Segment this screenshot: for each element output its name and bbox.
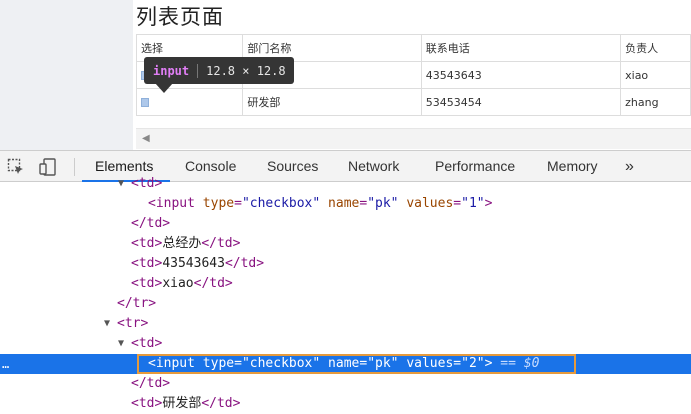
phone-cell: 43543643 (420, 61, 622, 89)
dom-line[interactable]: <td>研发部</td> (0, 394, 691, 414)
dom-line[interactable]: </td> (0, 214, 691, 234)
dom-line[interactable]: <input type="checkbox" name="pk" values=… (0, 194, 691, 214)
header-owner: 负责人 (620, 34, 691, 62)
dom-line[interactable]: <td>总经办</td> (0, 234, 691, 254)
select-cell[interactable] (135, 88, 244, 116)
tooltip-arrow (155, 83, 173, 93)
dom-line[interactable]: <td>xiao</td> (0, 274, 691, 294)
more-actions-icon[interactable]: … (2, 354, 9, 374)
tooltip-divider (197, 63, 199, 78)
dom-line[interactable]: </td> (0, 374, 691, 394)
dom-line[interactable]: </tr> (0, 294, 691, 314)
table-row: 研发部 53453454 zhang (135, 88, 691, 116)
dom-line[interactable]: ▼ <tr> (0, 314, 691, 334)
highlight-box (137, 354, 576, 374)
dept-cell: 研发部 (242, 88, 422, 116)
dom-line[interactable]: ▼ <td> (0, 174, 691, 194)
page-viewport: 列表页面 选择 部门名称 联系电话 负责人 43543643 xiao 研发部 … (0, 0, 691, 150)
inspect-tooltip: input 12.8 × 12.8 (144, 57, 294, 84)
page-title: 列表页面 (136, 5, 224, 29)
scroll-left-icon[interactable]: ◀ (142, 133, 150, 144)
owner-cell: xiao (620, 61, 691, 89)
left-sidebar-area (0, 0, 133, 150)
dom-line[interactable]: ▼ <td> (0, 334, 691, 354)
header-phone: 联系电话 (420, 34, 622, 62)
dom-tree: ▼ <td> <input type="checkbox" name="pk" v… (0, 176, 691, 414)
collapse-triangle-icon[interactable]: ▼ (104, 314, 110, 334)
row-checkbox[interactable] (141, 98, 149, 107)
owner-cell: zhang (620, 88, 691, 116)
tooltip-tag: input (153, 63, 190, 78)
collapse-triangle-icon[interactable]: ▼ (118, 334, 124, 354)
dom-line[interactable]: <td>43543643</td> (0, 254, 691, 274)
collapse-triangle-icon[interactable]: ▼ (118, 174, 124, 194)
phone-cell: 53453454 (420, 88, 622, 116)
tooltip-size: 12.8 × 12.8 (206, 63, 286, 78)
horizontal-scrollbar[interactable]: ◀ (136, 128, 691, 149)
